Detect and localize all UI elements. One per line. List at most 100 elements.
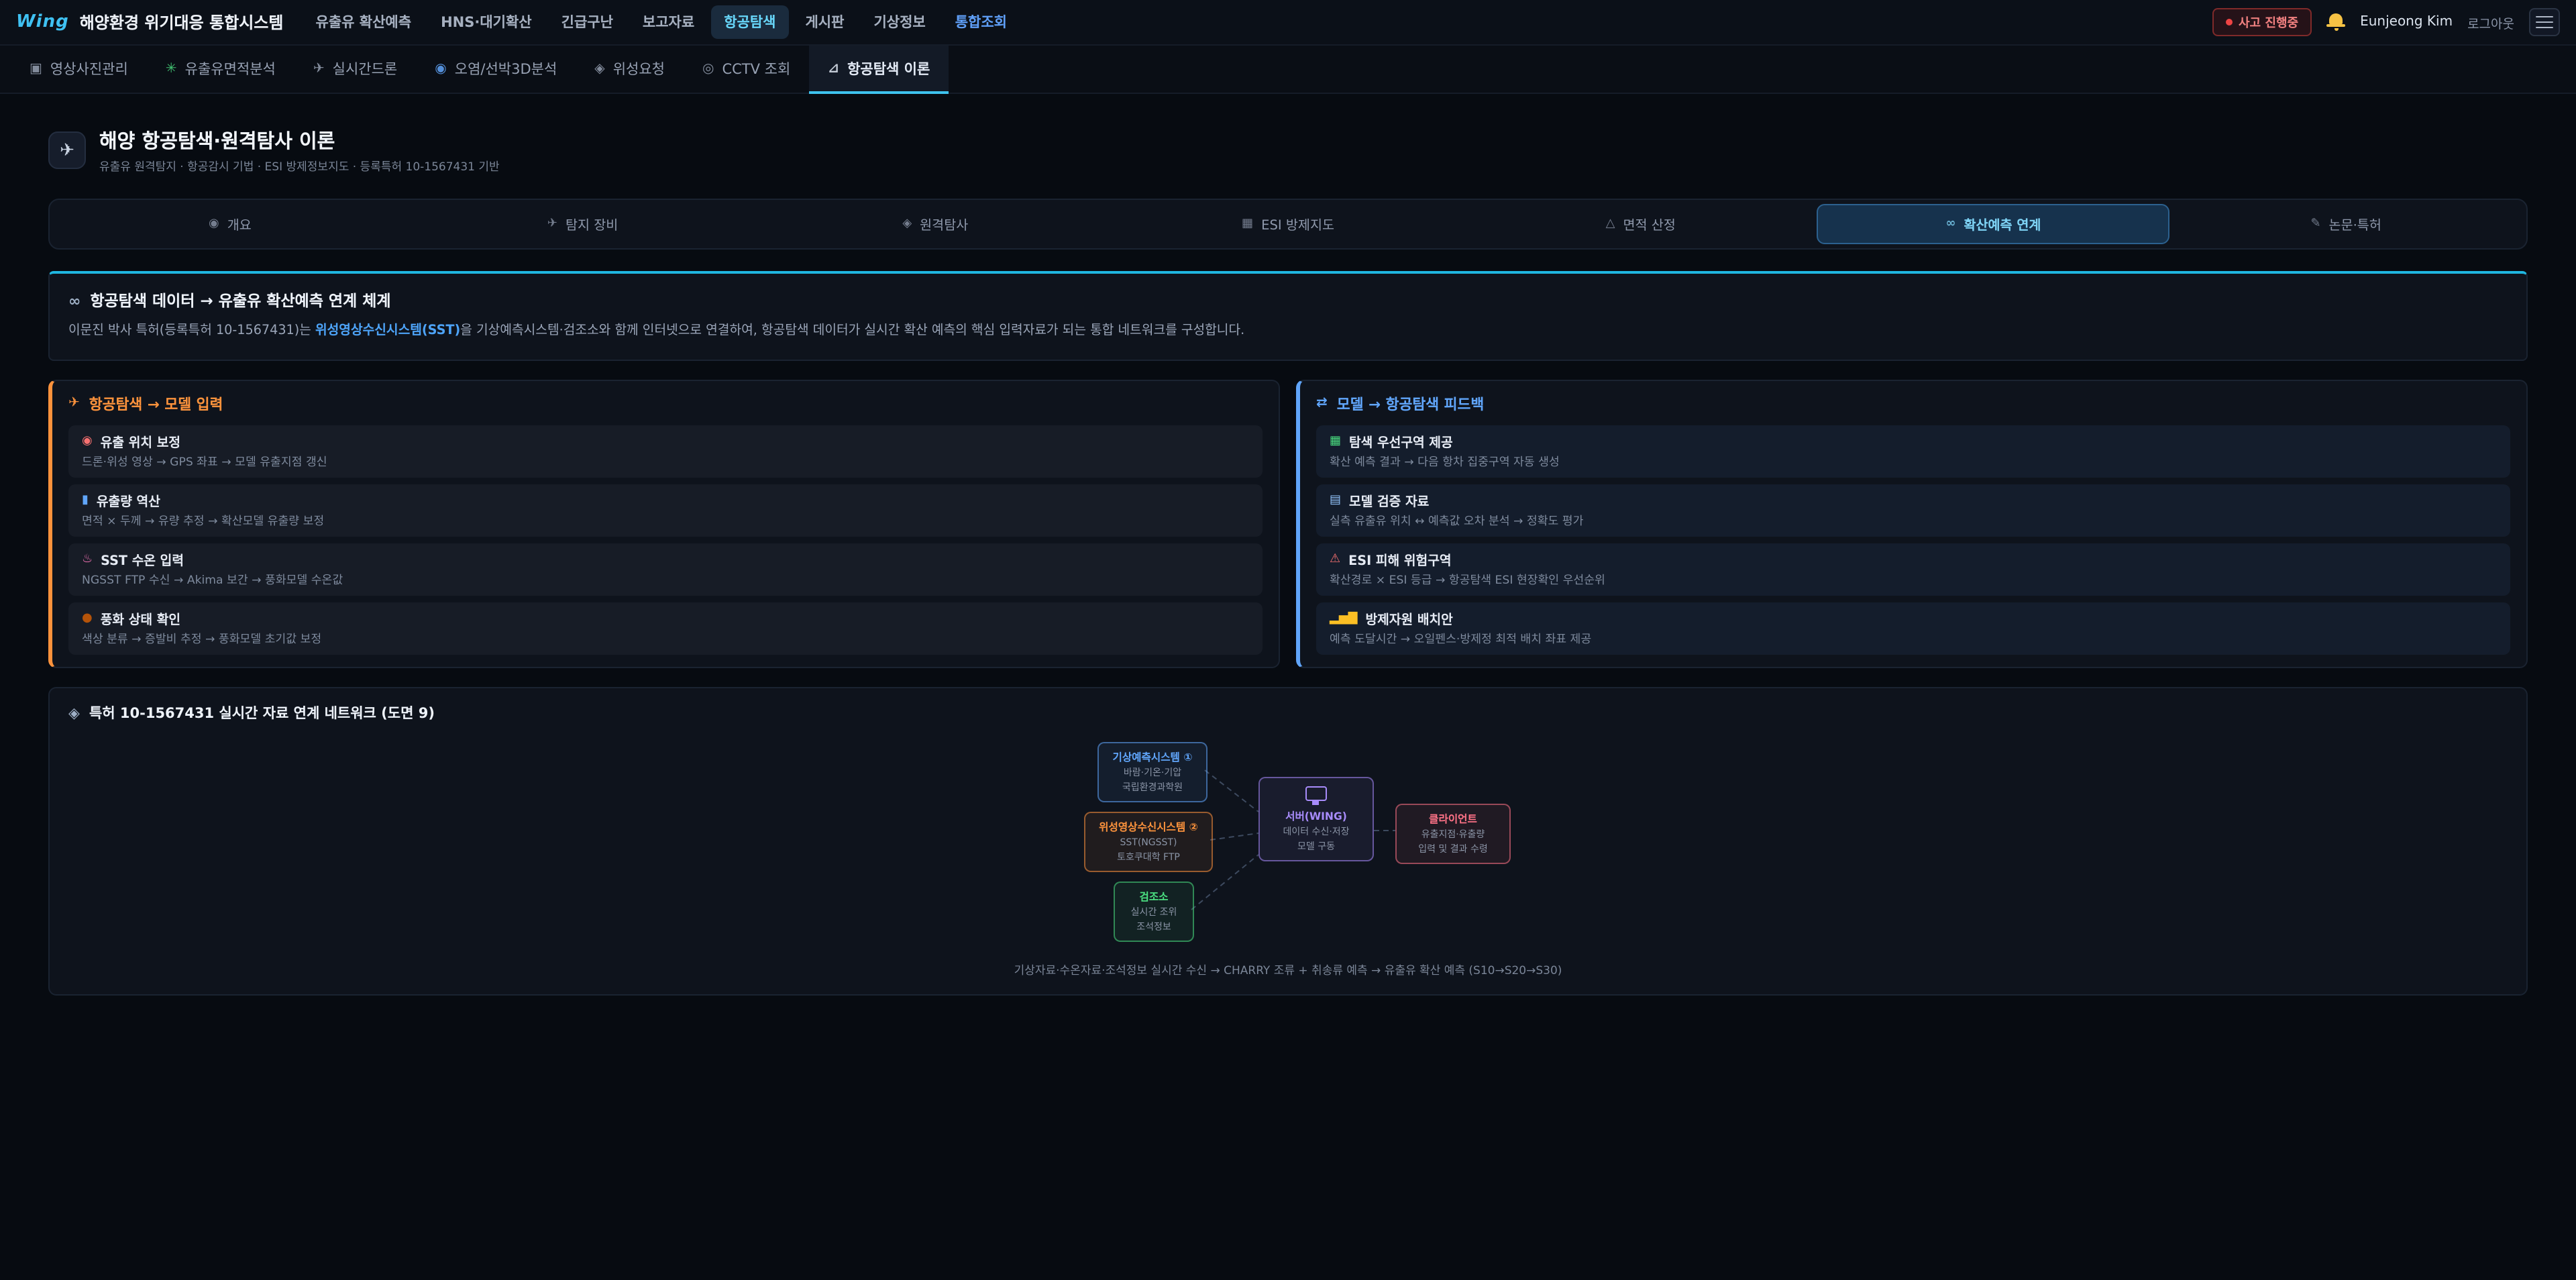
linkage-section-title: 항공탐색 데이터 → 유출유 확산예측 연계 체계 xyxy=(90,290,390,311)
area-analysis-icon: ✳ xyxy=(166,62,177,76)
tab-label: 확산예측 연계 xyxy=(1964,215,2041,233)
logout-button[interactable]: 로그아웃 xyxy=(2467,13,2514,32)
network-icon: ◈ xyxy=(68,704,80,722)
feedback-loop-icon: ⇄ xyxy=(1316,396,1328,411)
topbar-right: 사고 진행중 Eunjeong Kim 로그아웃 xyxy=(2212,8,2560,36)
tab-5[interactable]: ∞확산예측 연계 xyxy=(1817,204,2170,244)
subnav-item-label: 유출유면적분석 xyxy=(185,59,276,79)
app-title: 해양환경 위기대응 통합시스템 xyxy=(80,11,284,34)
nav-item-0[interactable]: 유출유 확산예측 xyxy=(303,5,425,39)
card-item-1: ▤ 모델 검증 자료실측 유출유 위치 ↔ 예측값 오차 분석 → 정확도 평가 xyxy=(1316,484,2510,537)
card-item-1: ▮유출량 역산면적 × 두께 → 유량 추정 → 확산모델 유출량 보정 xyxy=(68,484,1263,537)
nav-item-2[interactable]: 긴급구난 xyxy=(548,5,627,39)
linkage-section-title-row: ∞ 항공탐색 데이터 → 유출유 확산예측 연계 체계 xyxy=(68,290,2508,311)
app-window: Wing 해양환경 위기대응 통합시스템 유출유 확산예측HNS·대기확산긴급구… xyxy=(0,0,2576,1280)
card-item-head: ▦탐색 우선구역 제공 xyxy=(1330,432,2497,451)
menu-button[interactable] xyxy=(2529,8,2560,36)
paper-patent-icon: ✎ xyxy=(2310,217,2320,231)
card-items: ◉유출 위치 보정드론·위성 영상 → GPS 좌표 → 모델 유출지점 갱신 ▮… xyxy=(68,425,1263,655)
nav-item-4[interactable]: 항공탐색 xyxy=(710,5,789,39)
subnav-item-0[interactable]: ▣영상사진관리 xyxy=(11,46,147,93)
tab-label: 개요 xyxy=(227,215,252,233)
subnav-item-6[interactable]: ⊿ 항공탐색 이론 xyxy=(809,46,949,93)
tab-label: 탐지 장비 xyxy=(566,215,618,233)
card-item-desc: 예측 도달시간 → 오일펜스·방제정 최적 배치 좌표 제공 xyxy=(1330,631,2497,647)
page-header: ✈ 해양 항공탐색·원격탐사 이론 유출유 원격탐지 · 항공감시 기법 · E… xyxy=(48,126,2528,174)
model-to-aero-card: ⇄모델 → 항공탐색 피드백▦탐색 우선구역 제공확산 예측 결과 → 다음 항… xyxy=(1296,380,2528,668)
subnav-item-4[interactable]: ◈위성요청 xyxy=(576,46,684,93)
bell-dome xyxy=(2329,13,2343,24)
resource-chart-icon: ▂▅▇ xyxy=(1330,612,1358,625)
image-gallery-icon: ▣ xyxy=(30,62,42,76)
bell-clapper xyxy=(2334,28,2338,31)
network-node-client: 클라이언트유출지점·유출량입력 및 결과 수령 xyxy=(1395,804,1511,865)
card-item-desc: 면적 × 두께 → 유량 추정 → 확산모델 유출량 보정 xyxy=(82,513,1249,529)
remote-sensing-icon: ◈ xyxy=(902,217,912,231)
area-calc-icon: △ xyxy=(1606,217,1615,231)
main-content: ✈ 해양 항공탐색·원격탐사 이론 유출유 원격탐지 · 항공감시 기법 · E… xyxy=(0,94,2576,996)
card-item-title: 모델 검증 자료 xyxy=(1349,491,1429,510)
subnav-item-2[interactable]: ✈실시간드론 xyxy=(294,46,416,93)
server-monitor-icon xyxy=(1305,786,1327,801)
validation-icon: ▤ xyxy=(1330,494,1341,507)
subnav-item-label: 항공탐색 이론 xyxy=(847,59,930,79)
ship-3d-icon: ◉ xyxy=(435,62,446,76)
subnav-item-label: 오염/선박3D분석 xyxy=(455,59,557,79)
tab-6[interactable]: ✎ 논문·특허 xyxy=(2169,204,2522,244)
card-item-title: 풍화 상태 확인 xyxy=(101,609,180,628)
tab-3[interactable]: ▦ESI 방제지도 xyxy=(1112,204,1464,244)
bell-icon[interactable] xyxy=(2326,12,2345,32)
network-node-line: 실시간 조위 xyxy=(1122,907,1186,919)
card-item-title: 유출량 역산 xyxy=(97,491,160,510)
subnav-item-1[interactable]: ✳ 유출유면적분석 xyxy=(147,46,294,93)
linkage-section: ∞ 항공탐색 데이터 → 유출유 확산예측 연계 체계 이문진 박사 특허(등록… xyxy=(48,271,2528,361)
card-item-head: ▮유출량 역산 xyxy=(82,491,1249,510)
network-node-line: 데이터 수신·저장 xyxy=(1267,826,1366,839)
theory-chart-icon: ⊿ xyxy=(828,62,839,76)
tab-4[interactable]: △ 면적 산정 xyxy=(1464,204,1817,244)
nav-item-3[interactable]: 보고자료 xyxy=(629,5,708,39)
card-item-desc: NGSST FTP 수신 → Akima 보간 → 풍화모델 수온값 xyxy=(82,572,1249,588)
pin-icon: ◉ xyxy=(82,435,93,448)
network-diagram: 기상예측시스템 ①바람·기온·기압국립환경과학원위성영상수신시스템 ②SST(N… xyxy=(912,742,1664,946)
wing-logo: Wing xyxy=(16,12,69,32)
network-node-title: 기상예측시스템 ① xyxy=(1106,750,1199,765)
esi-map-icon: ▦ xyxy=(1242,217,1253,231)
card-item-title: 탐색 우선구역 제공 xyxy=(1349,432,1453,451)
subnav-item-5[interactable]: ◎CCTV 조회 xyxy=(684,46,809,93)
card-item-title: ESI 피해 위험구역 xyxy=(1348,550,1451,569)
equipment-icon: ✈ xyxy=(547,217,557,231)
menu-bar-icon xyxy=(2536,21,2553,23)
nav-item-6[interactable]: 기상정보 xyxy=(860,5,938,39)
network-node-line: 토호쿠대학 FTP xyxy=(1092,851,1205,863)
subnav-item-3[interactable]: ◉ 오염/선박3D분석 xyxy=(416,46,576,93)
tab-label: 면적 산정 xyxy=(1623,215,1675,233)
card-item-0: ◉유출 위치 보정드론·위성 영상 → GPS 좌표 → 모델 유출지점 갱신 xyxy=(68,425,1263,478)
card-item-desc: 실측 유출유 위치 ↔ 예측값 오차 분석 → 정확도 평가 xyxy=(1330,513,2497,529)
network-node-tide: 검조소실시간 조위조석정보 xyxy=(1114,882,1194,943)
network-node-satellite: 위성영상수신시스템 ② SST(NGSST) 토호쿠대학 FTP xyxy=(1084,812,1213,873)
network-node-line: SST(NGSST) xyxy=(1092,837,1205,849)
card-item-head: ▂▅▇ 방제자원 배치안 xyxy=(1330,609,2497,628)
esi-risk-icon: ⚠ xyxy=(1330,553,1340,566)
network-node-title: 위성영상수신시스템 ② xyxy=(1092,820,1205,835)
tab-2[interactable]: ◈원격탐사 xyxy=(759,204,1112,244)
weathering-icon: ● xyxy=(82,612,93,625)
nav-item-7[interactable]: 통합조회 xyxy=(942,5,1020,39)
sst-system-link[interactable]: 위성영상수신시스템(SST) xyxy=(315,323,460,338)
incident-badge-label: 사고 진행중 xyxy=(2239,13,2298,31)
cards-row: ✈항공탐색 → 모델 입력◉유출 위치 보정드론·위성 영상 → GPS 좌표 … xyxy=(48,380,2528,668)
cctv-icon: ◎ xyxy=(702,62,714,76)
card-title-label: 항공탐색 → 모델 입력 xyxy=(89,393,223,415)
tab-0[interactable]: ◉개요 xyxy=(54,204,407,244)
alert-dot-icon xyxy=(2225,19,2232,25)
network-node-line: 국립환경과학원 xyxy=(1106,782,1199,794)
card-item-title: 방제자원 배치안 xyxy=(1366,609,1453,628)
network-title-row: ◈ 특허 10-1567431 실시간 자료 연계 네트워크 (도면 9) xyxy=(68,703,2508,723)
card-item-title: SST 수온 입력 xyxy=(101,550,184,569)
tab-label: 논문·특허 xyxy=(2329,215,2381,233)
network-title: 특허 10-1567431 실시간 자료 연계 네트워크 (도면 9) xyxy=(89,703,435,723)
tab-1[interactable]: ✈ 탐지 장비 xyxy=(407,204,759,244)
nav-item-1[interactable]: HNS·대기확산 xyxy=(427,5,545,39)
nav-item-5[interactable]: 게시판 xyxy=(792,5,857,39)
